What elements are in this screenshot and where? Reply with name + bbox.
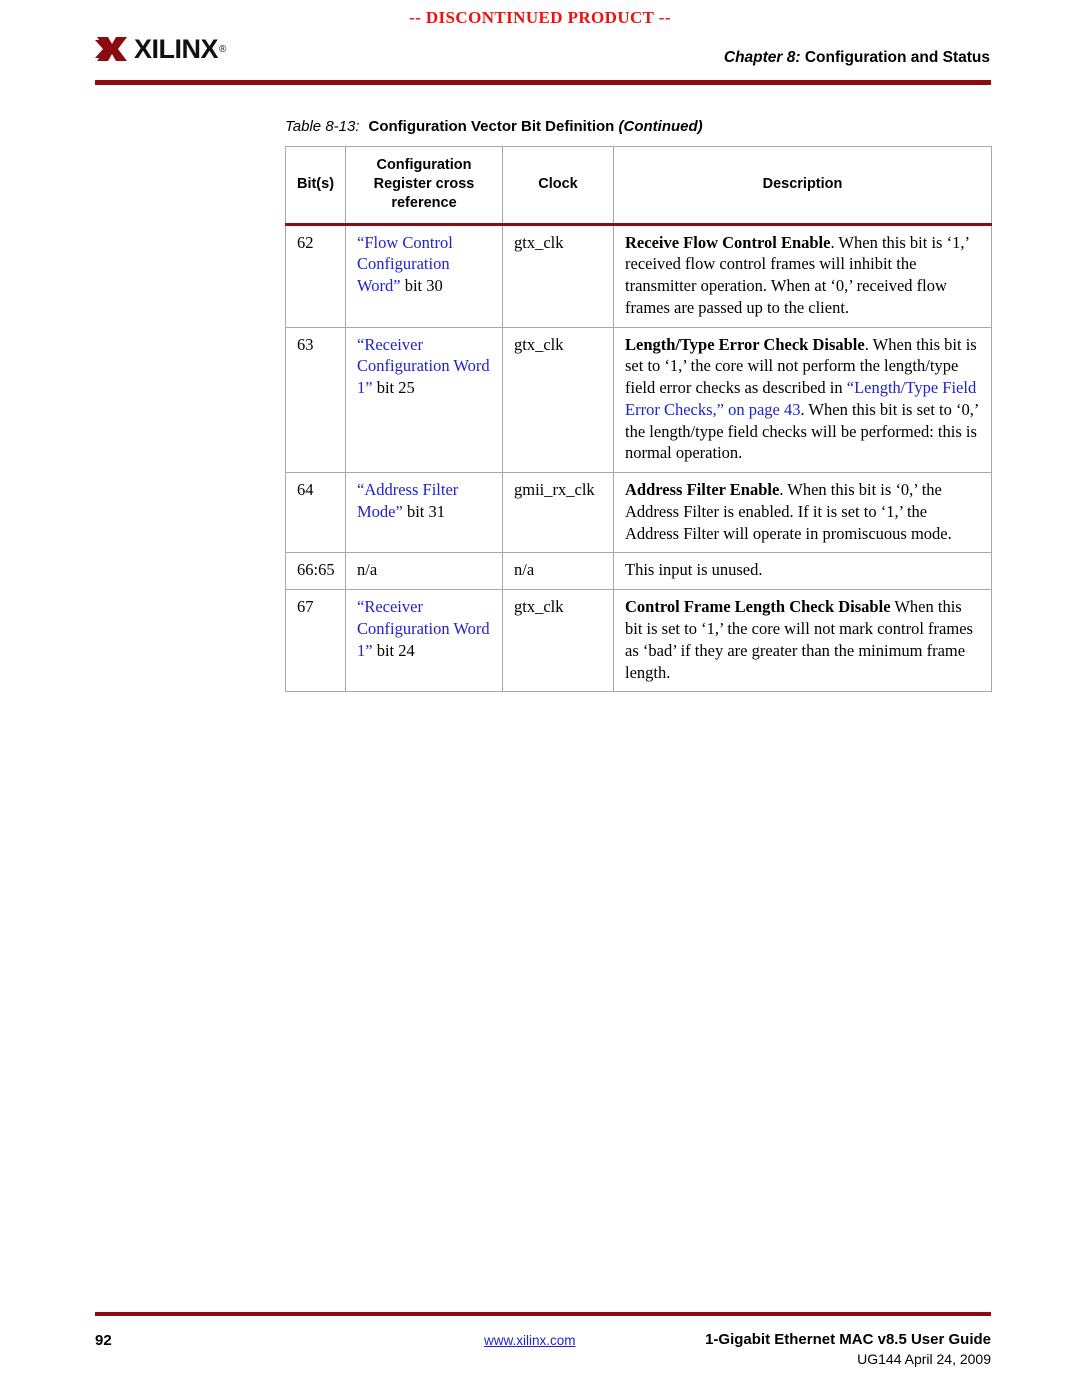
description-bit-name: Length/Type Error Check Disable (625, 334, 865, 354)
cell-register-cross-reference: “Receiver Configuration Word 1” bit 24 (345, 589, 503, 693)
cell-description: Receive Flow Control Enable. When this b… (613, 223, 992, 328)
table-row: 66:65 n/a n/a This input is unused. (285, 552, 992, 591)
cell-clock: gtx_clk (502, 326, 614, 474)
footer-divider-rule (95, 1312, 991, 1316)
cell-register-cross-reference: “Flow Control Configuration Word” bit 30 (345, 223, 503, 328)
table-row: 67 “Receiver Configuration Word 1” bit 24… (285, 589, 992, 693)
column-header-ref-line2: Register cross (373, 175, 475, 192)
page-footer: 92 www.xilinx.com 1-Gigabit Ethernet MAC… (95, 1326, 991, 1382)
table-row: 64 “Address Filter Mode” bit 31 gmii_rx_cl… (285, 472, 992, 554)
table-row: 62 “Flow Control Configuration Word” bit … (285, 223, 992, 328)
register-cross-reference-bit: bit 30 (400, 276, 443, 296)
chapter-heading: Chapter 8: Configuration and Status (724, 49, 990, 67)
register-cross-reference-bit: bit 31 (402, 501, 445, 521)
cell-bits: 67 (285, 589, 346, 693)
column-header-register-cross-reference: Configuration Register cross reference (345, 146, 503, 226)
cell-clock: gtx_clk (502, 223, 614, 328)
footer-page-number: 92 (95, 1332, 112, 1349)
description-bit-name: Control Frame Length Check Disable (625, 597, 891, 617)
column-header-bits-label: Bit(s) (296, 175, 335, 192)
footer-guide-title: 1-Gigabit Ethernet MAC v8.5 User Guide (705, 1331, 991, 1348)
table-body: 62 “Flow Control Configuration Word” bit … (285, 223, 992, 693)
cell-register-cross-reference: n/a (345, 552, 503, 591)
page-header: XILINX ® Chapter 8: Configuration and St… (95, 30, 990, 82)
description-bit-name: Receive Flow Control Enable (625, 232, 831, 252)
cell-clock: gtx_clk (502, 589, 614, 693)
cell-bits: 64 (285, 472, 346, 554)
column-header-ref-line1: Configuration (376, 157, 472, 173)
footer-guide-info: 1-Gigabit Ethernet MAC v8.5 User Guide U… (705, 1331, 991, 1367)
cell-bits: 62 (285, 223, 346, 328)
cell-description: Length/Type Error Check Disable. When th… (613, 326, 992, 474)
xilinx-logo: XILINX ® (95, 34, 226, 64)
description-text: This input is unused. (625, 560, 763, 580)
cell-register-cross-reference: “Address Filter Mode” bit 31 (345, 472, 503, 554)
cell-clock: n/a (502, 552, 614, 591)
cell-clock: gmii_rx_clk (502, 472, 614, 554)
xilinx-logo-mark (95, 34, 129, 64)
description-bit-name: Address Filter Enable (625, 480, 780, 500)
cell-bits: 66:65 (285, 552, 346, 591)
chapter-label: Chapter 8: (723, 49, 801, 66)
table-caption-continued: (Continued) (618, 118, 703, 135)
cell-description: This input is unused. (613, 552, 992, 591)
cell-description: Address Filter Enable. When this bit is … (613, 472, 992, 554)
column-header-clock: Clock (502, 146, 614, 226)
table-caption: Table 8-13: Configuration Vector Bit Defi… (285, 118, 703, 135)
register-cross-reference-bit: bit 25 (372, 378, 415, 398)
column-header-ref-line3: reference (391, 194, 457, 211)
configuration-vector-table: Bit(s) Configuration Register cross refe… (285, 146, 992, 693)
xilinx-wordmark: XILINX (134, 33, 219, 64)
cell-description: Control Frame Length Check Disable When … (613, 589, 992, 693)
table-row: 63 “Receiver Configuration Word 1” bit 25… (285, 326, 992, 474)
register-cross-reference-bit: bit 24 (372, 640, 415, 660)
header-divider-rule (95, 80, 991, 85)
table-caption-number: Table 8-13: (285, 118, 360, 135)
chapter-title: Configuration and Status (804, 49, 990, 66)
cell-register-cross-reference: “Receiver Configuration Word 1” bit 25 (345, 326, 503, 474)
table-caption-title: Configuration Vector Bit Definition (368, 118, 615, 135)
footer-guide-revision: UG144 April 24, 2009 (857, 1351, 991, 1367)
column-header-description-label: Description (762, 175, 843, 192)
column-header-bits: Bit(s) (285, 146, 346, 226)
discontinued-product-banner: -- DISCONTINUED PRODUCT -- (409, 8, 671, 27)
cell-bits: 63 (285, 326, 346, 474)
registered-trademark-icon: ® (219, 43, 227, 55)
table-header: Bit(s) Configuration Register cross refe… (285, 146, 992, 226)
table-header-row: Bit(s) Configuration Register cross refe… (285, 146, 992, 226)
column-header-clock-label: Clock (538, 175, 578, 192)
footer-website-link[interactable]: www.xilinx.com (484, 1333, 576, 1348)
register-cross-reference-bit: n/a (357, 560, 378, 580)
column-header-description: Description (613, 146, 992, 226)
